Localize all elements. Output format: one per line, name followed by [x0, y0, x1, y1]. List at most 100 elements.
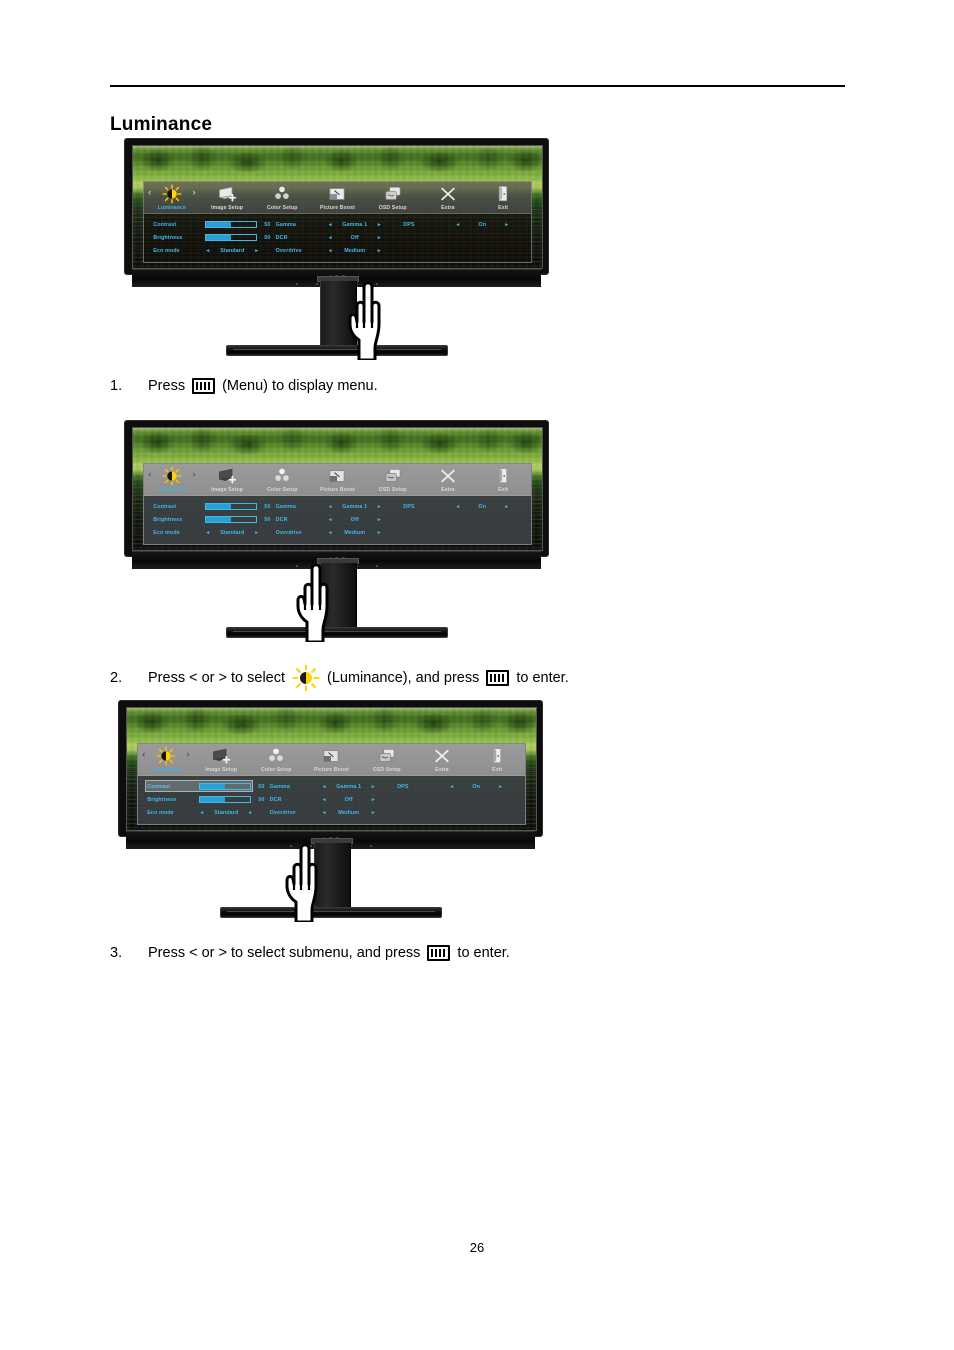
osd-item-exit[interactable]: Exit [476, 464, 531, 495]
osd-prev-arrow-icon[interactable]: ‹ [148, 188, 151, 197]
gamma-adjuster[interactable]: ◄ Gamma 1 ► [328, 222, 382, 228]
brightness-slider[interactable] [205, 234, 258, 241]
monitor-screen-inner: ‹ › Luminance Image Setup Color Setup Pi… [132, 427, 543, 551]
increment-arrow-icon[interactable]: ► [377, 517, 382, 523]
overdrive-value: Medium [344, 529, 366, 536]
osd-item-osd-setup[interactable]: OSD Setup [365, 182, 420, 213]
brightness-slider[interactable] [205, 516, 258, 523]
dps-adjuster[interactable]: ◄ On ► [449, 784, 503, 790]
control-button-dot[interactable] [315, 283, 318, 285]
osd-item-exit[interactable]: Exit [470, 744, 525, 775]
increment-arrow-icon[interactable]: ► [254, 530, 259, 536]
osd-item-color-setup[interactable]: Color Setup [255, 464, 310, 495]
dcr-adjuster[interactable]: ◄ Off ► [328, 517, 382, 523]
osd-item-label: Luminance [157, 486, 186, 493]
step-text-after: to enter. [457, 945, 510, 961]
increment-arrow-icon[interactable]: ► [371, 784, 376, 790]
osd-item-luminance[interactable]: ‹ › Luminance [138, 744, 193, 775]
pointing-hand-illustration [287, 560, 345, 642]
overdrive-adjuster[interactable]: ◄ Medium ► [328, 248, 382, 254]
osd-row-contrast[interactable]: Contrast 50 Gamma ◄ Gamma 1 ► DPS ◄ On ► [144, 218, 531, 231]
contrast-slider[interactable] [205, 503, 258, 510]
overdrive-adjuster[interactable]: ◄ Medium ► [322, 810, 376, 816]
dcr-adjuster[interactable]: ◄ Off ► [328, 235, 382, 241]
osd-item-picture-boost[interactable]: Picture Boost [304, 744, 359, 775]
osd-row-eco-mode[interactable]: Eco mode ◄ Standard ► Overdrive ◄ Medium… [144, 244, 531, 257]
increment-arrow-icon[interactable]: ► [377, 248, 382, 254]
header-rule [110, 85, 845, 87]
increment-arrow-icon[interactable]: ► [377, 222, 382, 228]
dcr-value: Off [350, 516, 359, 523]
increment-arrow-icon[interactable]: ► [254, 248, 259, 254]
osd-row-eco-mode[interactable]: Eco mode ◄ Standard ► Overdrive ◄ Medium… [144, 526, 531, 539]
osd-icon-bar: ‹ › Luminance Image Setup Color Setup Pi… [144, 182, 531, 214]
osd-next-arrow-icon[interactable]: › [192, 470, 195, 479]
increment-arrow-icon[interactable]: ► [498, 784, 503, 790]
eco-mode-adjuster[interactable]: ◄ Standard ► [199, 810, 253, 816]
control-button-dot[interactable] [375, 565, 378, 567]
dps-value: On [478, 221, 487, 228]
osd-item-osd-setup[interactable]: OSD Setup [359, 744, 414, 775]
contrast-value: 50 [264, 503, 271, 510]
osd-item-picture-boost[interactable]: Picture Boost [310, 464, 365, 495]
contrast-slider[interactable] [205, 221, 258, 228]
osd-row-eco-mode[interactable]: Eco mode ◄ Standard ► Overdrive ◄ Medium… [138, 806, 525, 819]
gamma-adjuster[interactable]: ◄ Gamma 1 ► [322, 784, 376, 790]
gamma-adjuster[interactable]: ◄ Gamma 1 ► [328, 504, 382, 510]
osd-item-label: Picture Boost [313, 766, 349, 773]
monitor-screen-outer: ‹ › Luminance Image Setup Color Setup Pi… [124, 420, 549, 569]
eco-mode-adjuster[interactable]: ◄ Standard ► [205, 248, 259, 254]
increment-arrow-icon[interactable]: ► [504, 222, 509, 228]
increment-arrow-icon[interactable]: ► [377, 504, 382, 510]
contrast-slider[interactable] [199, 783, 252, 790]
osd-item-osd-setup[interactable]: OSD Setup [365, 464, 420, 495]
osd-item-image-setup[interactable]: Image Setup [193, 744, 248, 775]
image-setup-icon [217, 466, 237, 484]
osd-row-brightness[interactable]: Brightness 50 DCR ◄ Off ► [144, 231, 531, 244]
dps-adjuster[interactable]: ◄ On ► [455, 504, 509, 510]
osd-item-image-setup[interactable]: Image Setup [199, 464, 254, 495]
eco-mode-value: Standard [214, 809, 239, 816]
osd-item-extra[interactable]: Extra [420, 464, 475, 495]
osd-prev-arrow-icon[interactable]: ‹ [142, 750, 145, 759]
osd-row-contrast[interactable]: Contrast 50 Gamma ◄ Gamma 1 ► DPS ◄ On ► [144, 500, 531, 513]
osd-prev-arrow-icon[interactable]: ‹ [148, 470, 151, 479]
osd-label-brightness: Brightness [153, 234, 183, 241]
exit-door-icon [493, 184, 513, 201]
osd-row-brightness[interactable]: Brightness 50 DCR ◄ Off ► [138, 793, 525, 806]
increment-arrow-icon[interactable]: ► [371, 810, 376, 816]
osd-item-luminance[interactable]: ‹ › Luminance [144, 464, 199, 495]
osd-next-arrow-icon[interactable]: › [186, 750, 189, 759]
picture-boost-icon [327, 466, 347, 483]
dps-value: On [478, 503, 487, 510]
osd-item-extra[interactable]: Extra [420, 182, 475, 213]
osd-item-label: Color Setup [267, 486, 298, 493]
color-setup-icon [272, 184, 292, 201]
osd-item-label: Luminance [151, 766, 180, 773]
control-button-dot[interactable] [295, 283, 298, 285]
luminance-sun-icon [291, 665, 321, 691]
eco-mode-adjuster[interactable]: ◄ Standard ► [205, 530, 259, 536]
increment-arrow-icon[interactable]: ► [377, 530, 382, 536]
overdrive-adjuster[interactable]: ◄ Medium ► [328, 530, 382, 536]
osd-item-exit[interactable]: Exit [476, 182, 531, 213]
dcr-adjuster[interactable]: ◄ Off ► [322, 797, 376, 803]
increment-arrow-icon[interactable]: ► [504, 504, 509, 510]
increment-arrow-icon[interactable]: ► [377, 235, 382, 241]
increment-arrow-icon[interactable]: ► [371, 797, 376, 803]
osd-settings-body: Contrast 50 Gamma ◄ Gamma 1 ► DPS ◄ On ►… [144, 214, 531, 262]
brightness-slider[interactable] [199, 796, 252, 803]
osd-item-color-setup[interactable]: Color Setup [255, 182, 310, 213]
osd-item-picture-boost[interactable]: Picture Boost [310, 182, 365, 213]
image-setup-icon [211, 746, 231, 764]
osd-item-label: OSD Setup [378, 486, 407, 493]
control-button-dot[interactable] [369, 845, 372, 847]
osd-row-brightness[interactable]: Brightness 50 DCR ◄ Off ► [144, 513, 531, 526]
osd-item-image-setup[interactable]: Image Setup [199, 182, 254, 213]
osd-item-color-setup[interactable]: Color Setup [249, 744, 304, 775]
increment-arrow-icon[interactable]: ► [248, 810, 253, 816]
dps-adjuster[interactable]: ◄ On ► [455, 222, 509, 228]
osd-next-arrow-icon[interactable]: › [192, 188, 195, 197]
osd-item-extra[interactable]: Extra [414, 744, 469, 775]
osd-item-luminance[interactable]: ‹ › Luminance [144, 182, 199, 213]
